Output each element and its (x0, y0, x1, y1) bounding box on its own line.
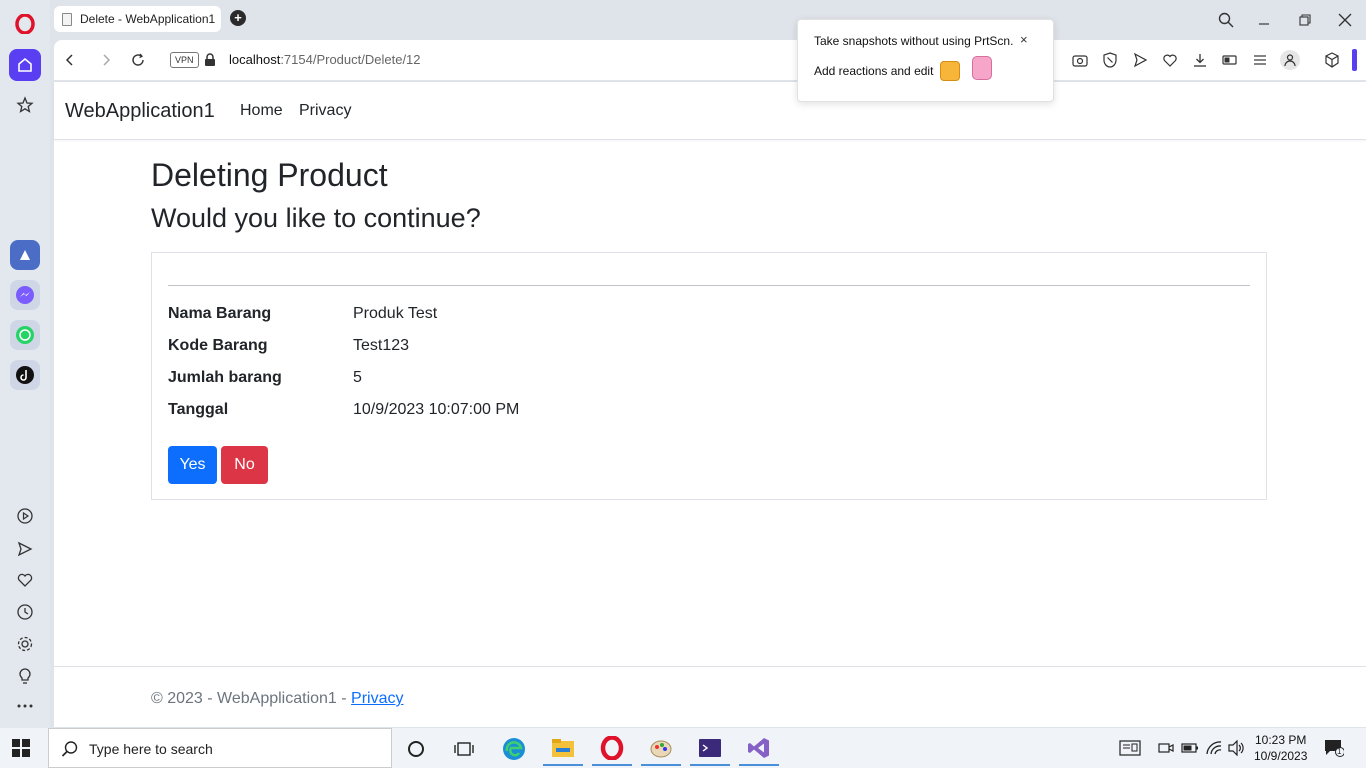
footer-privacy-link[interactable]: Privacy (351, 690, 403, 707)
site-navbar: WebApplication1 Home Privacy (54, 82, 1366, 140)
download-icon[interactable] (1190, 50, 1210, 70)
product-details-card: Nama Barang Produk Test Kode Barang Test… (151, 252, 1267, 500)
snapshot-icon[interactable] (1070, 50, 1090, 70)
lock-icon[interactable] (204, 53, 216, 72)
yes-button[interactable]: Yes (168, 446, 217, 484)
settings-icon[interactable] (9, 628, 41, 660)
easy-setup-icon[interactable] (1250, 50, 1270, 70)
site-footer: © 2023 - WebApplication1 - Privacy (54, 666, 1366, 727)
task-view-icon[interactable] (444, 732, 484, 766)
whatsapp-icon[interactable] (10, 320, 40, 350)
battery-icon[interactable] (1180, 738, 1200, 758)
terminal-icon[interactable] (690, 732, 730, 766)
snapshot-tooltip-popup: Take snapshots without using PrtScn. × A… (797, 19, 1054, 102)
popup-line-2: Add reactions and edit (814, 64, 934, 78)
file-explorer-icon[interactable] (543, 732, 583, 766)
restore-icon[interactable] (1293, 8, 1317, 32)
star-icon[interactable] (9, 89, 41, 121)
notification-icon[interactable]: 1 (1322, 738, 1346, 758)
notification-count: 1 (1337, 747, 1342, 756)
sidebar-toggle-icon[interactable] (1350, 49, 1358, 71)
page-subtitle: Would you like to continue? (151, 203, 481, 233)
footer-text: © 2023 - WebApplication1 - Privacy (151, 690, 404, 708)
url-host: localhost (229, 52, 281, 67)
cortana-icon[interactable] (396, 732, 436, 766)
edge-icon[interactable] (494, 732, 534, 766)
favorite-icon[interactable] (1160, 50, 1180, 70)
forward-icon[interactable] (96, 50, 116, 70)
field-value: Produk Test (353, 305, 438, 322)
url-path: :7154/Product/Delete/12 (280, 52, 421, 67)
title-bar: Delete - WebApplication1 + (50, 0, 1366, 38)
opera-logo-icon[interactable] (9, 8, 41, 40)
field-value: 10/9/2023 10:07:00 PM (353, 401, 520, 418)
web-page: WebApplication1 Home Privacy Deleting Pr… (54, 82, 1366, 727)
site-brand[interactable]: WebApplication1 (65, 100, 215, 123)
browser-sidebar (0, 0, 50, 728)
taskbar-clock[interactable]: 10:23 PM 10/9/2023 (1254, 732, 1307, 764)
aria-app-icon[interactable] (10, 240, 40, 270)
field-value: 5 (353, 369, 362, 386)
messenger-icon[interactable] (10, 280, 40, 310)
tab-title: Delete - WebApplication1 (80, 12, 216, 26)
paint-icon[interactable] (641, 732, 681, 766)
field-label: Kode Barang (168, 337, 268, 354)
reload-icon[interactable] (128, 50, 148, 70)
flow-icon[interactable] (1130, 50, 1150, 70)
divider (168, 285, 1250, 286)
send-icon[interactable] (9, 533, 41, 565)
field-label: Tanggal (168, 401, 229, 418)
popup-close-button[interactable]: × (1020, 32, 1028, 47)
extensions-icon[interactable] (1322, 50, 1342, 70)
page-title: Deleting Product (151, 157, 388, 193)
search-placeholder: Type here to search (89, 741, 213, 757)
popup-line-1: Take snapshots without using PrtScn. (814, 34, 1014, 48)
windows-start-icon[interactable] (12, 739, 30, 762)
taskbar-search-box[interactable]: Type here to search (48, 728, 392, 768)
lightbulb-icon[interactable] (9, 660, 41, 692)
close-window-icon[interactable] (1333, 8, 1357, 32)
vpn-badge[interactable]: VPN (170, 52, 199, 68)
more-icon[interactable] (9, 690, 41, 722)
url-input[interactable]: localhost:7154/Product/Delete/12 (229, 52, 421, 67)
smiley-emoji-icon (940, 61, 960, 81)
opera-taskbar-icon[interactable] (592, 732, 632, 766)
visual-studio-icon[interactable] (739, 732, 779, 766)
new-tab-button[interactable]: + (230, 10, 246, 26)
volume-icon[interactable] (1227, 738, 1247, 758)
meet-now-icon[interactable] (1156, 738, 1176, 758)
adblock-icon[interactable] (1100, 50, 1120, 70)
battery-saver-icon[interactable] (1220, 50, 1240, 70)
profile-icon[interactable] (1280, 50, 1300, 70)
toolbar-icons (1070, 50, 1300, 70)
copyright-text: © 2023 - WebApplication1 - (151, 690, 352, 707)
news-widget-icon[interactable] (1118, 738, 1142, 758)
player-icon[interactable] (9, 500, 41, 532)
nav-home[interactable]: Home (240, 102, 283, 120)
windows-taskbar: Type here to search 10:23 PM 10/9/2023 1 (0, 728, 1366, 768)
address-bar: VPN localhost:7154/Product/Delete/12 (54, 40, 1366, 80)
clock-date: 10/9/2023 (1254, 749, 1308, 763)
clock-time: 10:23 PM (1255, 733, 1307, 747)
wifi-icon[interactable] (1204, 738, 1224, 758)
heart-icon[interactable] (9, 564, 41, 596)
back-icon[interactable] (60, 50, 80, 70)
field-label: Jumlah barang (168, 369, 282, 386)
no-button[interactable]: No (221, 446, 268, 484)
minimize-icon[interactable] (1252, 8, 1276, 32)
history-icon[interactable] (9, 596, 41, 628)
field-value: Test123 (353, 337, 410, 354)
page-favicon-icon (62, 12, 72, 26)
home-icon[interactable] (9, 49, 41, 81)
search-icon (61, 741, 78, 757)
field-label: Nama Barang (168, 305, 272, 322)
tiktok-icon[interactable] (10, 360, 40, 390)
cat-emoji-icon (972, 56, 992, 80)
search-tabs-icon[interactable] (1214, 8, 1238, 32)
browser-tab[interactable]: Delete - WebApplication1 (54, 6, 221, 32)
nav-privacy[interactable]: Privacy (299, 102, 351, 120)
